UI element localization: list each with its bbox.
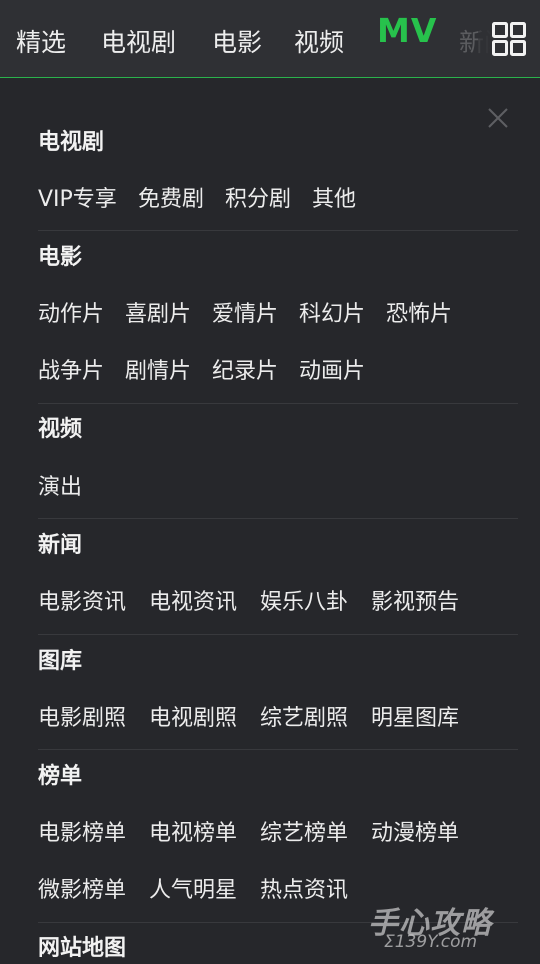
grid-icon bbox=[492, 22, 526, 56]
category-link[interactable]: 电视资讯 bbox=[149, 588, 237, 618]
category-link[interactable]: 恐怖片 bbox=[386, 300, 452, 330]
tab-videos[interactable]: 视频 bbox=[294, 26, 344, 60]
category-link[interactable]: 明星图库 bbox=[371, 704, 459, 734]
close-icon[interactable] bbox=[484, 104, 512, 132]
category-link[interactable]: 剧情片 bbox=[125, 357, 191, 387]
category-link[interactable]: 爱情片 bbox=[212, 300, 278, 330]
category-link[interactable]: 动作片 bbox=[38, 300, 104, 330]
category-link[interactable]: 其他 bbox=[312, 185, 356, 215]
divider bbox=[38, 403, 518, 404]
category-link[interactable]: VIP专享 bbox=[38, 185, 117, 215]
watermark-domain: Σ139Y.com bbox=[384, 932, 478, 952]
category-menu-button[interactable] bbox=[478, 0, 540, 77]
category-link[interactable]: 娱乐八卦 bbox=[260, 588, 348, 618]
category-link[interactable]: 综艺剧照 bbox=[260, 704, 348, 734]
divider bbox=[38, 634, 518, 635]
category-link[interactable]: 免费剧 bbox=[138, 185, 204, 215]
category-link[interactable]: 战争片 bbox=[38, 357, 104, 387]
category-link[interactable]: 动漫榜单 bbox=[371, 819, 459, 849]
category-link[interactable]: 电影榜单 bbox=[38, 819, 126, 849]
section-title-news: 新闻 bbox=[38, 533, 83, 558]
divider bbox=[38, 230, 518, 231]
section-title-rankings: 榜单 bbox=[38, 764, 83, 789]
watermark-logo: 手心攻略 Σ139Y.com bbox=[368, 896, 534, 958]
section-title-tv: 电视剧 bbox=[38, 130, 105, 155]
category-link[interactable]: 微影榜单 bbox=[38, 876, 126, 906]
category-link[interactable]: 综艺榜单 bbox=[260, 819, 348, 849]
category-link[interactable]: 动画片 bbox=[299, 357, 365, 387]
tab-mv[interactable]: MV bbox=[377, 14, 437, 48]
tab-movies[interactable]: 电影 bbox=[212, 26, 262, 60]
category-link[interactable]: 电影资讯 bbox=[38, 588, 126, 618]
category-link[interactable]: 电视剧照 bbox=[149, 704, 237, 734]
category-link[interactable]: 纪录片 bbox=[212, 357, 278, 387]
section-title-gallery: 图库 bbox=[38, 649, 83, 674]
divider bbox=[38, 749, 518, 750]
category-link[interactable]: 演出 bbox=[38, 473, 82, 503]
category-link[interactable]: 热点资讯 bbox=[260, 876, 348, 906]
tab-featured[interactable]: 精选 bbox=[16, 26, 66, 60]
category-link[interactable]: 电视榜单 bbox=[149, 819, 237, 849]
category-link[interactable]: 喜剧片 bbox=[125, 300, 191, 330]
section-title-videos: 视频 bbox=[38, 417, 83, 442]
category-link[interactable]: 电影剧照 bbox=[38, 704, 126, 734]
category-link[interactable]: 科幻片 bbox=[299, 300, 365, 330]
top-nav-bar: 精选 电视剧 电影 视频 MV 新闻 bbox=[0, 0, 540, 78]
tab-tv-series[interactable]: 电视剧 bbox=[101, 26, 176, 60]
divider bbox=[38, 518, 518, 519]
section-title-movies: 电影 bbox=[38, 245, 83, 270]
category-link[interactable]: 影视预告 bbox=[371, 588, 459, 618]
category-link[interactable]: 人气明星 bbox=[149, 876, 237, 906]
category-link[interactable]: 积分剧 bbox=[225, 185, 291, 215]
